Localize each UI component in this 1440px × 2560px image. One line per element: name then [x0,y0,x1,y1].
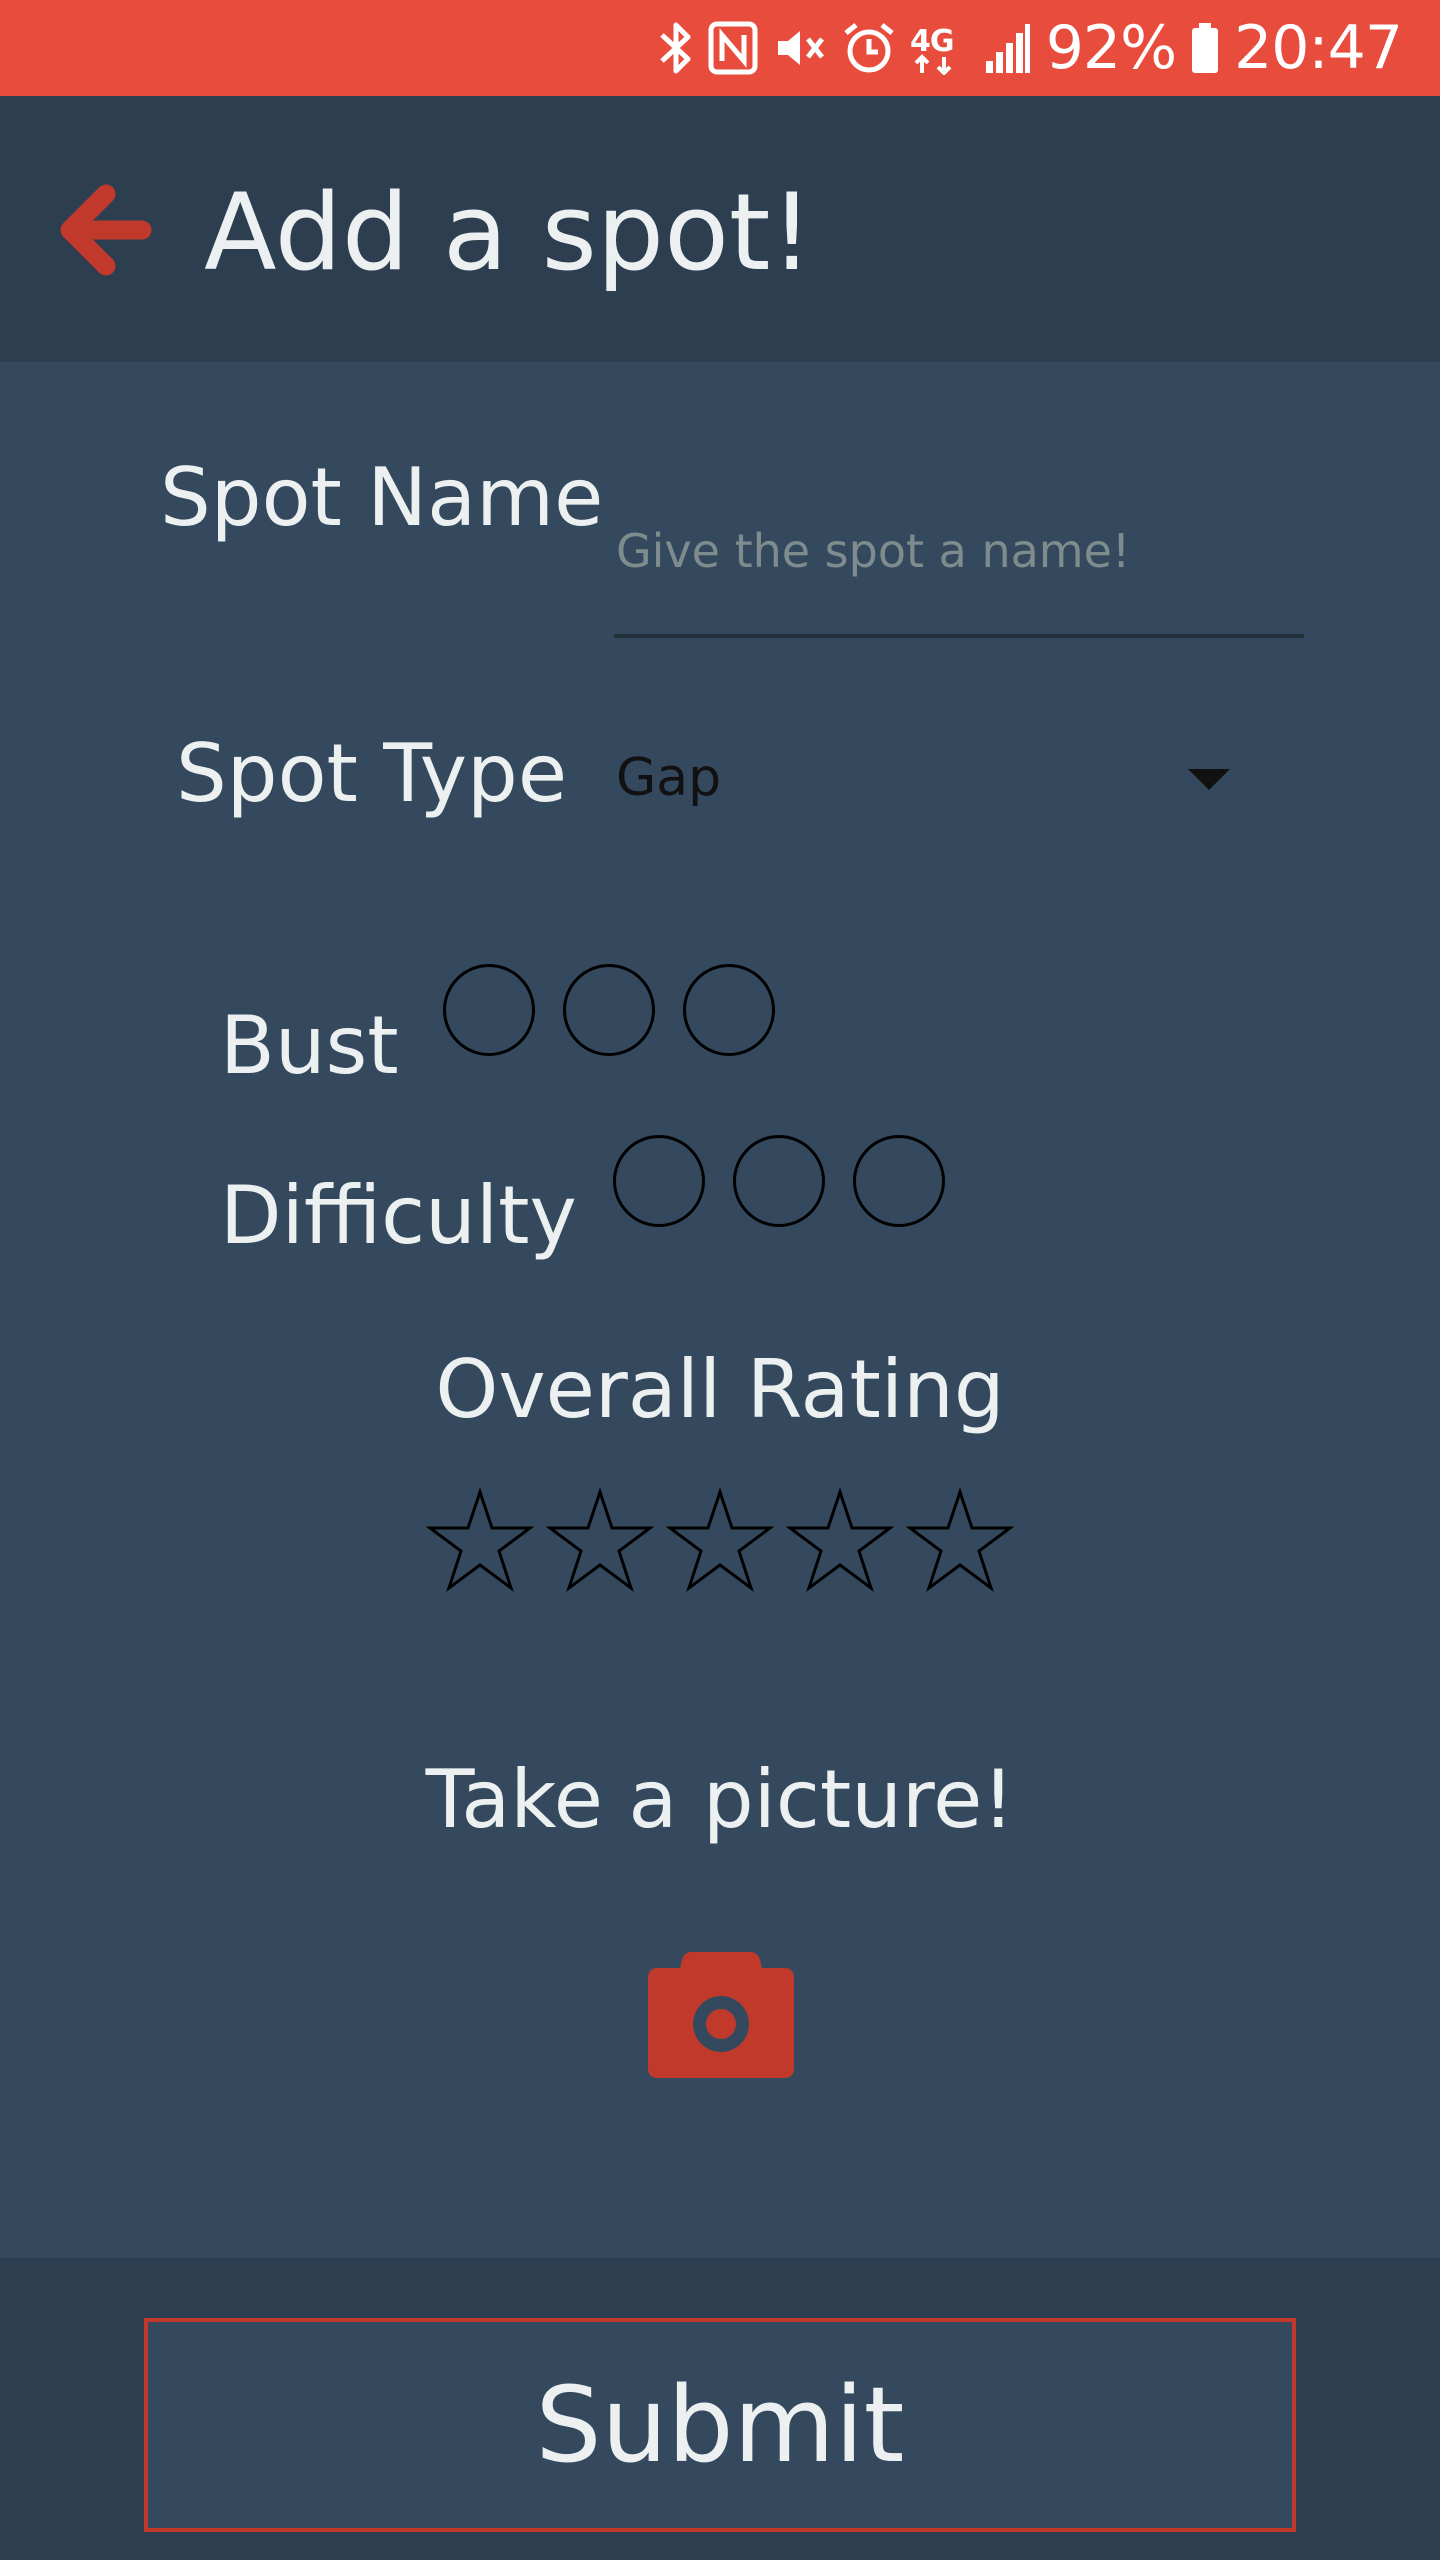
difficulty-label: Difficulty [220,1169,577,1262]
difficulty-circle-3[interactable] [853,1135,945,1227]
signal-icon [984,21,1032,75]
take-picture-button[interactable] [644,1948,798,2082]
rating-star-3[interactable] [666,1488,774,1592]
add-spot-screen: 4G 92% 20:47 Add a spot! Spot Name Spot … [0,0,1440,2560]
submit-button[interactable]: Submit [144,2318,1296,2532]
status-icons: 4G 92% 20:47 [658,0,1403,96]
4g-icon: 4G [910,21,970,75]
rating-star-4[interactable] [786,1488,894,1592]
spot-name-input[interactable] [614,488,1304,638]
camera-icon [648,1952,794,2078]
spot-type-dropdown[interactable]: Gap [616,725,1256,831]
bust-circle-1[interactable] [443,964,535,1056]
page-title: Add a spot! [204,171,813,294]
svg-text:4G: 4G [910,24,954,59]
spot-name-label: Spot Name [160,451,604,544]
battery-percentage: 92% [1045,13,1177,83]
dropdown-arrow-icon [1188,769,1230,790]
rating-star-2[interactable] [546,1488,654,1592]
difficulty-circle-1[interactable] [613,1135,705,1227]
app-bar: Add a spot! [0,96,1440,362]
bust-circle-3[interactable] [683,964,775,1056]
bust-label: Bust [220,999,399,1092]
alarm-icon [842,21,896,75]
spot-type-label: Spot Type [176,727,568,820]
arrow-left-icon [60,184,152,276]
status-bar: 4G 92% 20:47 [0,0,1440,96]
take-picture-label: Take a picture! [425,1753,1015,1846]
rating-star-5[interactable] [906,1488,1014,1592]
back-button[interactable] [56,182,152,278]
bottom-bar: Submit [0,2258,1440,2560]
clock-time: 20:47 [1234,13,1403,83]
bluetooth-icon [658,21,694,75]
spot-type-selected-value: Gap [616,748,722,808]
difficulty-circle-2[interactable] [733,1135,825,1227]
overall-rating-label: Overall Rating [435,1343,1005,1436]
bust-circle-2[interactable] [563,964,655,1056]
vibrate-icon [772,21,828,75]
rating-star-1[interactable] [426,1488,534,1592]
battery-icon [1190,21,1220,75]
nfc-icon [708,21,758,75]
